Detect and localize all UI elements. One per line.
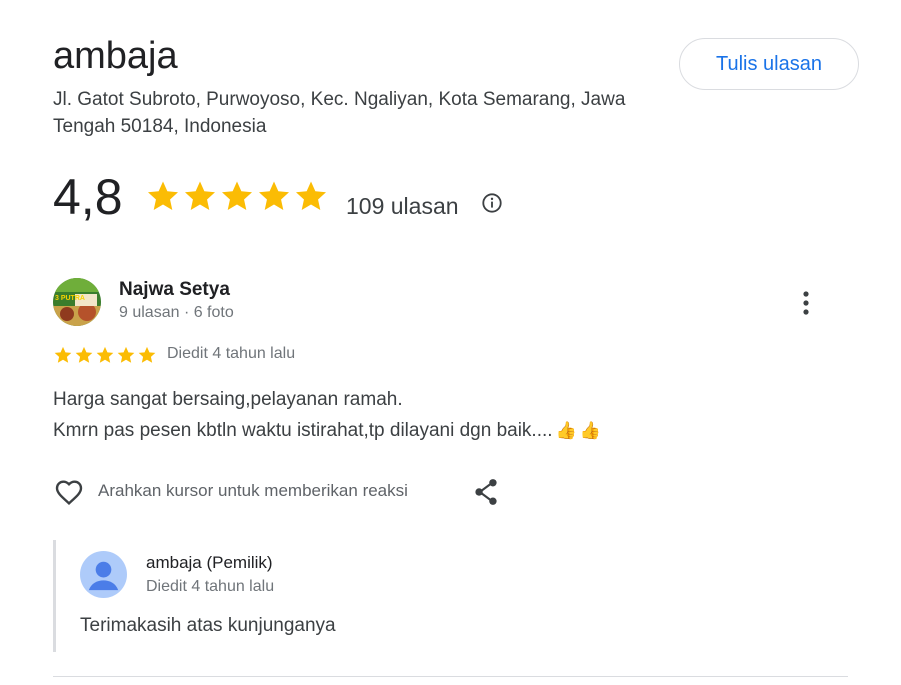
owner-reply-date: Diedit 4 tahun lalu [146, 578, 275, 595]
avatar-logo-text: 3 PUTRA [55, 295, 85, 302]
review-text-line-1: Harga sangat bersaing,pelayanan ramah. [53, 389, 403, 410]
write-review-button[interactable]: Tulis ulasan [679, 38, 859, 90]
divider [53, 676, 848, 677]
heart-icon[interactable] [53, 476, 85, 508]
star-icon [145, 178, 181, 219]
thumbs-up-emoji: 👍 [555, 421, 577, 440]
place-address: Jl. Gatot Subroto, Purwoyoso, Kec. Ngali… [53, 89, 626, 137]
info-icon[interactable] [481, 192, 503, 214]
place-title: ambaja [53, 35, 178, 77]
review-count[interactable]: 109 ulasan [346, 193, 459, 220]
review-text: Harga sangat bersaing,pelayanan ramah. K… [53, 384, 601, 446]
review-stars [53, 345, 157, 370]
star-icon [74, 345, 94, 370]
react-hint-label: Arahkan kursor untuk memberikan reaksi [98, 481, 408, 500]
owner-name: ambaja (Pemilik) [146, 553, 273, 572]
star-icon [95, 345, 115, 370]
share-icon[interactable] [472, 477, 500, 507]
star-icon [293, 178, 329, 219]
reviewer-name[interactable]: Najwa Setya [119, 279, 230, 301]
review-text-line-2-content: Kmrn pas pesen kbtln waktu istirahat,tp … [53, 420, 553, 441]
review-date: Diedit 4 tahun lalu [167, 345, 296, 362]
rating-stars [145, 178, 329, 219]
star-icon [53, 345, 73, 370]
star-icon [182, 178, 218, 219]
star-icon [219, 178, 255, 219]
star-icon [116, 345, 136, 370]
owner-reply-text: Terimakasih atas kunjunganya [80, 615, 336, 636]
reviewer-avatar[interactable]: 3 PUTRA [53, 278, 101, 326]
owner-avatar [80, 551, 127, 598]
star-icon [256, 178, 292, 219]
rating-value: 4,8 [53, 169, 123, 225]
thumbs-up-emoji: 👍 [579, 421, 601, 440]
review-text-line-2: Kmrn pas pesen kbtln waktu istirahat,tp … [53, 415, 601, 446]
reviewer-meta[interactable]: 9 ulasan · 6 foto [119, 304, 234, 322]
star-icon [137, 345, 157, 370]
more-vert-icon[interactable] [794, 288, 818, 318]
